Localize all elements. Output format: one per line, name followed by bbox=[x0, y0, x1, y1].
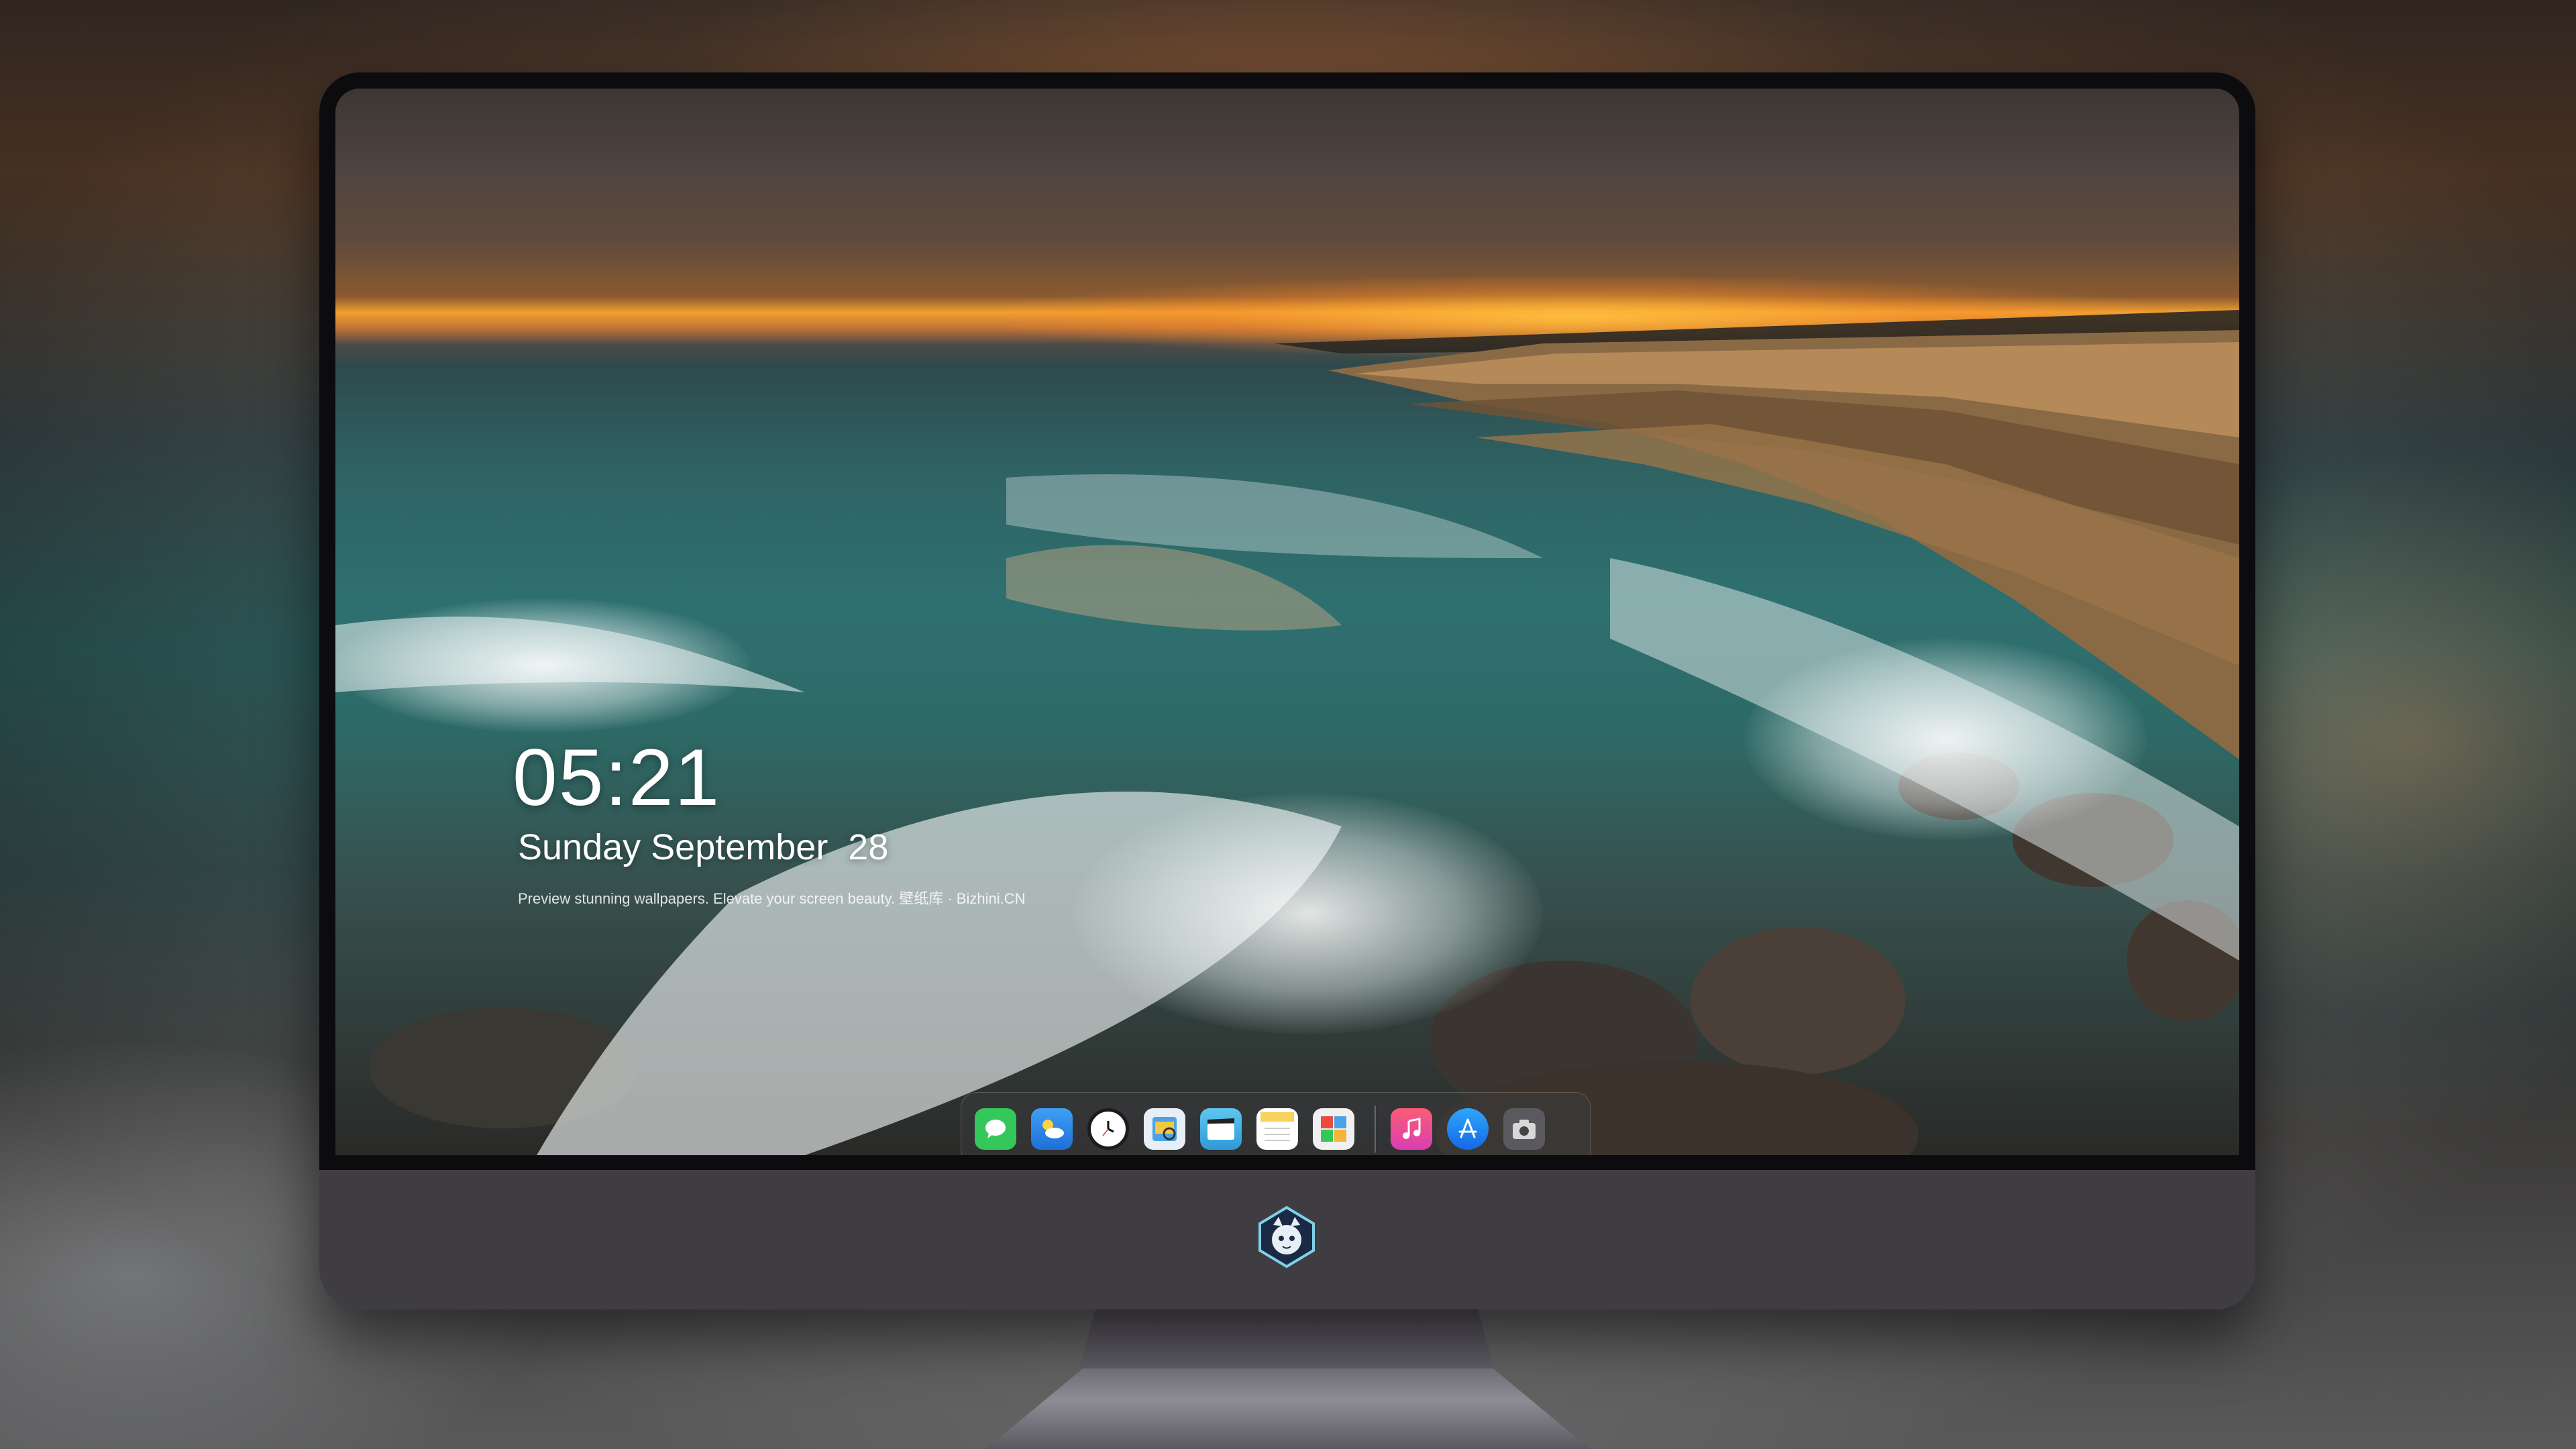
messages-icon[interactable] bbox=[975, 1108, 1016, 1150]
screenshot-icon[interactable] bbox=[1503, 1108, 1545, 1150]
clock-icon[interactable] bbox=[1087, 1108, 1129, 1150]
monitor: 05:21 Sunday September 28 Preview stunni… bbox=[319, 72, 2255, 1309]
brand-logo bbox=[1258, 1205, 1315, 1269]
lock-screen-date: Sunday September 28 bbox=[518, 827, 889, 867]
photo-booth-icon[interactable] bbox=[1313, 1108, 1354, 1150]
wallpaper-tagline: Preview stunning wallpapers. Elevate you… bbox=[518, 890, 1026, 907]
music-icon[interactable] bbox=[1391, 1108, 1432, 1150]
lock-screen-time: 05:21 bbox=[513, 733, 721, 822]
notes-icon[interactable] bbox=[1256, 1108, 1298, 1150]
dock bbox=[961, 1092, 1591, 1155]
stage: 05:21 Sunday September 28 Preview stunni… bbox=[0, 0, 2576, 1449]
dock-separator bbox=[1375, 1106, 1376, 1152]
preview-icon[interactable] bbox=[1144, 1108, 1185, 1150]
weather-icon[interactable] bbox=[1031, 1108, 1073, 1150]
monitor-bezel: 05:21 Sunday September 28 Preview stunni… bbox=[319, 72, 2255, 1170]
app-store-icon[interactable] bbox=[1447, 1108, 1489, 1150]
clips-icon[interactable] bbox=[1200, 1108, 1242, 1150]
monitor-stand-base bbox=[986, 1368, 1590, 1449]
lock-screen[interactable]: 05:21 Sunday September 28 Preview stunni… bbox=[335, 89, 2239, 1155]
wave-foam bbox=[1073, 793, 1543, 1034]
wave-foam bbox=[1744, 639, 2147, 840]
monitor-stand-neck bbox=[1079, 1309, 1495, 1370]
wave-foam bbox=[335, 598, 751, 733]
